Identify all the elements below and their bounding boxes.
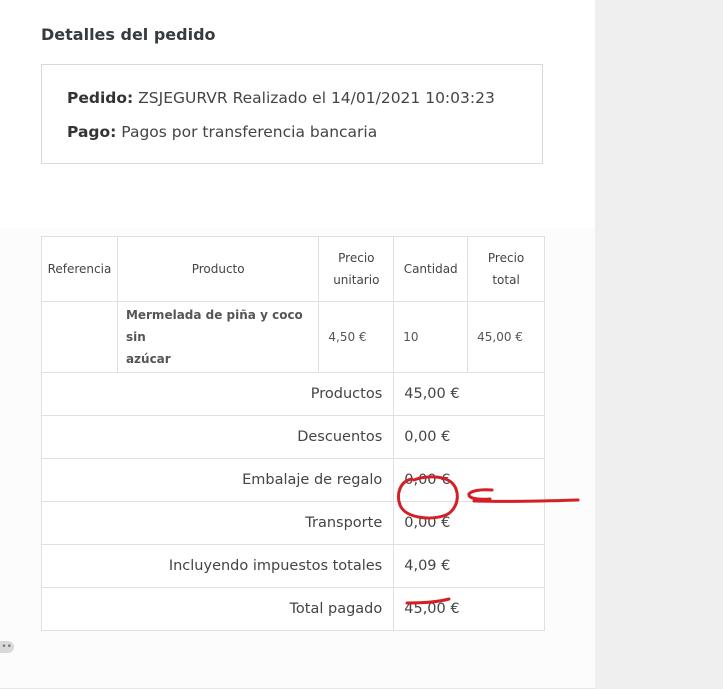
header-total-price-line2: total	[492, 273, 520, 287]
summary-value: 0,00 €	[393, 415, 545, 459]
item-quantity: 10	[393, 301, 469, 373]
section-title: Detalles del pedido	[41, 25, 216, 44]
summary-label: Embalaje de regalo	[40, 458, 395, 502]
item-reference	[41, 301, 118, 373]
summary-row-shipping: Transporte 0,00 €	[40, 501, 545, 545]
summary-row-gift-wrapping: Embalaje de regalo 0,00 €	[40, 458, 545, 502]
header-unit-price: Precio unitario	[318, 236, 395, 302]
header-unit-price-line2: unitario	[333, 273, 380, 287]
item-total-price: 45,00 €	[467, 301, 545, 373]
order-label: Pedido:	[67, 89, 134, 107]
item-product-name-line1: Mermelada de piña y coco sin	[125, 308, 303, 344]
item-unit-price: 4,50 €	[318, 301, 395, 373]
item-product-name-line2: azúcar	[125, 352, 171, 366]
summary-row-discounts: Descuentos 0,00 €	[40, 415, 545, 459]
header-total-price: Precio total	[467, 236, 545, 302]
payment-method-line: Pago: Pagos por transferencia bancaria	[67, 123, 377, 141]
summary-label: Total pagado	[40, 587, 395, 631]
summary-label: Descuentos	[40, 415, 395, 459]
header-product: Producto	[116, 236, 320, 302]
header-total-price-line1: Precio	[487, 251, 525, 265]
summary-value: 0,00 €	[393, 458, 545, 502]
payment-label: Pago:	[67, 123, 117, 141]
summary-value: 4,09 €	[393, 544, 545, 588]
summary-label: Incluyendo impuestos totales	[40, 544, 395, 588]
summary-row-total-paid: Total pagado 45,00 €	[40, 587, 545, 631]
drag-handle-icon[interactable]: ••	[0, 641, 14, 653]
order-details-table: Referencia Producto Precio unitario Cant…	[40, 236, 545, 631]
summary-label: Transporte	[40, 501, 395, 545]
payment-value: Pagos por transferencia bancaria	[121, 123, 378, 141]
item-product-name[interactable]: Mermelada de piña y coco sin azúcar	[116, 301, 320, 373]
summary-label: Productos	[40, 372, 395, 416]
summary-value: 0,00 €	[393, 501, 545, 545]
page: Detalles del pedido Pedido: ZSJEGURVR Re…	[0, 0, 723, 689]
summary-value: 45,00 €	[393, 372, 545, 416]
summary-row-products: Productos 45,00 €	[40, 372, 545, 416]
header-reference: Referencia	[41, 236, 118, 302]
summary-value: 45,00 €	[393, 587, 545, 631]
order-info-box: Pedido: ZSJEGURVR Realizado el 14/01/202…	[41, 64, 543, 164]
summary-row-taxes: Incluyendo impuestos totales 4,09 €	[40, 544, 545, 588]
header-quantity: Cantidad	[393, 236, 469, 302]
table-row: Mermelada de piña y coco sin azúcar 4,50…	[41, 301, 545, 373]
order-value: ZSJEGURVR Realizado el 14/01/2021 10:03:…	[138, 89, 495, 107]
table-header-row: Referencia Producto Precio unitario Cant…	[41, 236, 545, 302]
order-reference-line: Pedido: ZSJEGURVR Realizado el 14/01/202…	[67, 89, 495, 107]
header-unit-price-line1: Precio	[338, 251, 375, 265]
right-side-panel	[595, 0, 723, 689]
